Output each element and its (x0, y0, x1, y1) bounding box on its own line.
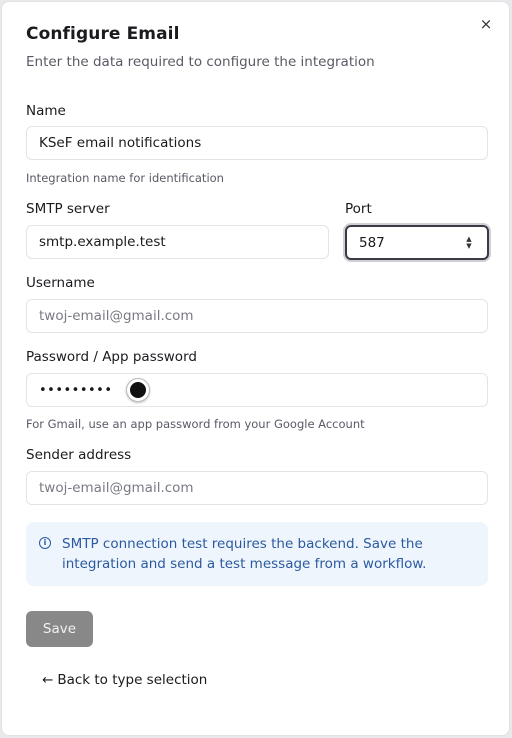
name-input-value: KSeF email notifications (39, 135, 202, 151)
username-label: Username (26, 275, 95, 291)
password-hint: For Gmail, use an app password from your… (26, 417, 365, 431)
port-value: 587 (359, 234, 385, 251)
port-input[interactable]: 587 ▲ ▼ (345, 225, 489, 260)
chevron-down-icon[interactable]: ▼ (466, 243, 471, 250)
save-button[interactable]: Save (26, 611, 93, 647)
password-value: ••••••••• (39, 382, 113, 398)
info-alert: i SMTP connection test requires the back… (26, 522, 488, 586)
username-input[interactable]: twoj-email@gmail.com (26, 299, 488, 333)
configure-email-dialog: × Configure Email Enter the data require… (1, 1, 510, 736)
name-label: Name (26, 103, 66, 119)
info-icon: i (39, 537, 51, 549)
pointer-cursor (126, 378, 150, 402)
smtp-server-label: SMTP server (26, 201, 110, 217)
name-input[interactable]: KSeF email notifications (26, 126, 488, 160)
name-hint: Integration name for identification (26, 171, 224, 185)
arrow-left-icon: ← (42, 672, 54, 688)
back-link-label: Back to type selection (57, 672, 208, 688)
password-input[interactable]: ••••••••• (26, 373, 488, 407)
smtp-server-value: smtp.example.test (39, 234, 166, 250)
sender-placeholder: twoj-email@gmail.com (39, 480, 194, 496)
info-text: SMTP connection test requires the backen… (62, 536, 427, 572)
sender-label: Sender address (26, 447, 132, 463)
dialog-title: Configure Email (26, 24, 180, 44)
sender-input[interactable]: twoj-email@gmail.com (26, 471, 488, 505)
dialog-subtitle: Enter the data required to configure the… (26, 54, 375, 70)
port-label: Port (345, 201, 372, 217)
back-to-type-selection-link[interactable]: ← Back to type selection (42, 672, 207, 688)
port-stepper[interactable]: ▲ ▼ (465, 236, 473, 250)
close-icon[interactable]: × (478, 15, 494, 33)
smtp-server-input[interactable]: smtp.example.test (26, 225, 329, 259)
username-placeholder: twoj-email@gmail.com (39, 308, 194, 324)
password-label: Password / App password (26, 349, 197, 365)
